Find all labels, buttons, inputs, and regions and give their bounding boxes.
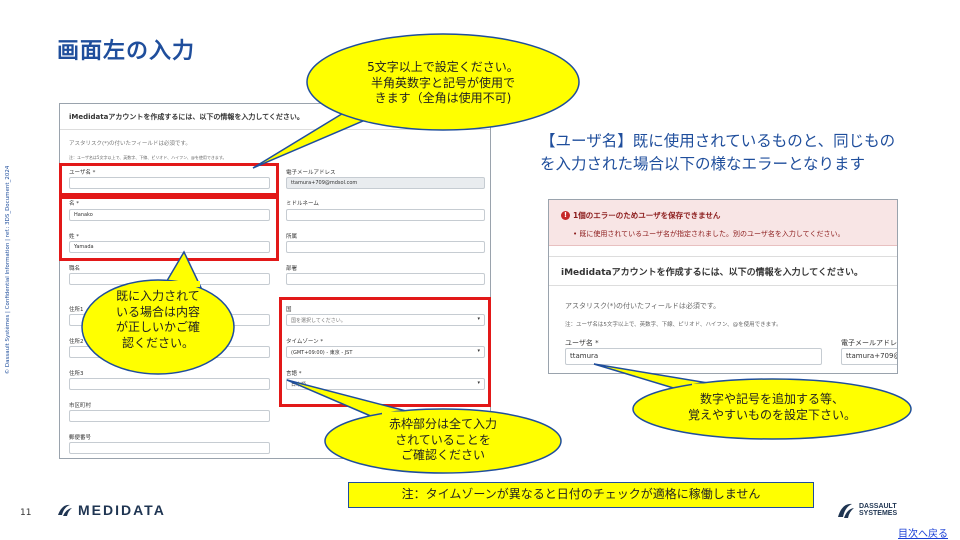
- callout-right-text: 数字や記号を追加する等、 覚えやすいものを設定下さい。: [682, 392, 862, 423]
- callout-middle-line: 赤枠部分は全て入力: [388, 417, 497, 431]
- page-number: 11: [20, 508, 32, 518]
- 3ds-mark-icon: [58, 504, 72, 516]
- back-to-toc-link[interactable]: 目次へ戻る: [898, 525, 948, 540]
- callout-top-line: 半角英数字と記号が使用で: [370, 75, 515, 90]
- callout-right-line: 覚えやすいものを設定下さい。: [687, 407, 856, 422]
- 3ds-mark-icon: [838, 503, 854, 518]
- dassault-logo-line: SYSTEMES: [859, 510, 898, 517]
- callout-left-text: 既に入力されて いる場合は内容 が正しいかご確 認ください。: [98, 289, 218, 351]
- callout-left-line: 認ください。: [121, 335, 194, 350]
- callout-middle-line: されていることを: [395, 432, 491, 447]
- callout-top-line: 5文字以上で設定ください。: [367, 60, 519, 74]
- explanation-text: 【ユーザ名】既に使用されているものと、同じもの を入力された場合以下の様なエラー…: [540, 130, 895, 177]
- callout-top-line: きます（全角は使用不可): [374, 91, 512, 106]
- dassault-logo-text: DASSAULT SYSTEMES: [859, 503, 897, 518]
- dassault-logo: DASSAULT SYSTEMES: [836, 500, 897, 520]
- dassault-logo-line: DASSAULT: [859, 502, 897, 510]
- callout-middle-line: ご確認ください: [400, 448, 485, 463]
- medidata-logo-text: MEDIDATA: [78, 502, 166, 518]
- callout-left-line: が正しいかご確: [115, 320, 200, 335]
- callout-right-line: 数字や記号を追加する等、: [699, 392, 844, 406]
- callout-top-text: 5文字以上で設定ください。 半角英数字と記号が使用で きます（全角は使用不可): [343, 60, 543, 107]
- explanation-line: 【ユーザ名】既に使用されているものと、同じもの: [540, 132, 896, 150]
- callout-middle-text: 赤枠部分は全て入力 されていることを ご確認ください: [353, 417, 533, 464]
- medidata-logo: MEDIDATA: [56, 502, 166, 518]
- callout-left-line: 既に入力されて: [116, 289, 200, 303]
- explanation-line: を入力された場合以下の様なエラーとなります: [540, 155, 866, 174]
- callout-left-line: いる場合は内容: [115, 304, 200, 319]
- timezone-note: 注：タイムゾーンが異なると日付のチェックが適格に稼働しません: [348, 482, 814, 508]
